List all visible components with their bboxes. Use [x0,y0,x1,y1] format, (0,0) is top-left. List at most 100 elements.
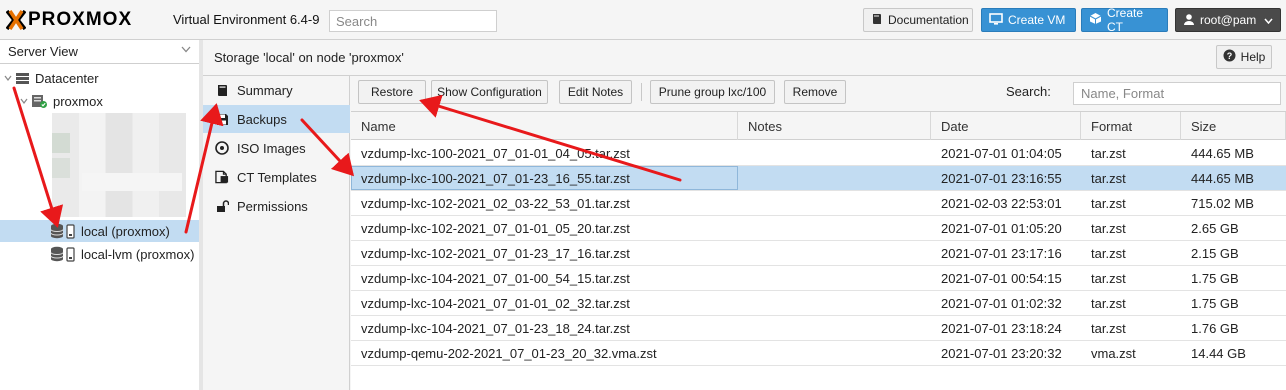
table-row[interactable]: vzdump-lxc-104-2021_07_01-00_54_15.tar.z… [351,266,1286,291]
submenu-item-ct-templates[interactable]: CT Templates [203,163,350,191]
table-row[interactable]: vzdump-qemu-202-2021_07_01-23_20_32.vma.… [351,341,1286,366]
help-button[interactable]: ? Help [1216,45,1272,69]
submenu-label: Permissions [237,198,308,214]
submenu-item-iso-images[interactable]: ISO Images [203,134,350,162]
collapse-toggle-icon[interactable] [4,74,12,82]
cell-name: vzdump-lxc-102-2021_07_01-01_05_20.tar.z… [361,220,630,236]
cell-size: 1.76 GB [1191,320,1239,336]
cell-name: vzdump-lxc-104-2021_07_01-01_02_32.tar.z… [361,295,630,311]
cell-name: vzdump-lxc-100-2021_07_01-23_16_55.tar.z… [351,166,738,190]
template-icon [215,170,229,184]
cell-format: tar.zst [1091,320,1126,336]
submenu-item-summary[interactable]: Summary [203,76,350,104]
table-row[interactable]: vzdump-lxc-102-2021_07_01-23_17_16.tar.z… [351,241,1286,266]
cell-size: 715.02 MB [1191,195,1254,211]
svg-text:?: ? [1226,51,1232,61]
tree-node-label: proxmox [53,93,103,109]
cell-format: tar.zst [1091,145,1126,161]
cell-format: tar.zst [1091,270,1126,286]
cube-icon [1089,12,1102,28]
cell-date: 2021-07-01 01:04:05 [941,145,1062,161]
edit-notes-button[interactable]: Edit Notes [559,80,632,104]
user-menu-button[interactable]: root@pam [1175,8,1281,32]
backup-search-input[interactable] [1073,82,1281,105]
cell-format: tar.zst [1091,245,1126,261]
show-configuration-button[interactable]: Show Configuration [431,80,548,104]
create-vm-button[interactable]: Create VM [981,8,1076,32]
restore-button[interactable]: Restore [358,80,426,104]
tree-node-storage-local-lvm[interactable]: local-lvm (proxmox) [0,243,199,265]
cell-name: vzdump-qemu-202-2021_07_01-23_20_32.vma.… [361,345,657,361]
documentation-button[interactable]: Documentation [863,8,973,32]
question-circle-icon: ? [1223,49,1236,65]
create-ct-button[interactable]: Create CT [1081,6,1168,34]
cell-date: 2021-07-01 23:18:24 [941,320,1062,336]
tree-node-datacenter[interactable]: Datacenter [4,67,99,89]
table-row[interactable]: vzdump-lxc-100-2021_07_01-01_04_05.tar.z… [351,141,1286,166]
grid-rows: vzdump-lxc-100-2021_07_01-01_04_05.tar.z… [351,141,1286,366]
cell-size: 444.65 MB [1191,170,1254,186]
storage-icon [50,246,76,262]
cell-date: 2021-07-01 23:16:55 [941,170,1062,186]
resource-tree-panel: Server View Datacenter proxmox local (pr… [0,40,203,390]
cell-format: vma.zst [1091,345,1136,361]
tree-node-proxmox[interactable]: proxmox [20,90,103,112]
view-selector[interactable]: Server View [0,40,199,64]
cell-name: vzdump-lxc-102-2021_07_01-23_17_16.tar.z… [361,245,630,261]
cell-notes [738,241,931,265]
disc-icon [215,141,229,155]
submenu-label: Summary [237,82,293,98]
submenu-item-permissions[interactable]: Permissions [203,192,350,220]
prune-group-button[interactable]: Prune group lxc/100 [650,80,775,104]
top-bar: PROXMOX Virtual Environment 6.4-9 Docume… [0,0,1286,40]
create-ct-label: Create CT [1107,6,1144,34]
user-label: root@pam [1200,13,1257,27]
table-row-selected[interactable]: vzdump-lxc-100-2021_07_01-23_16_55.tar.z… [351,166,1286,191]
column-header-size[interactable]: Size [1181,112,1286,140]
storage-submenu: Summary Backups ISO Images CT Templates … [203,76,350,390]
documentation-label: Documentation [888,13,969,27]
cell-notes [738,166,931,190]
cell-date: 2021-02-03 22:53:01 [941,195,1062,211]
view-selector-label: Server View [8,44,78,59]
column-header-date[interactable]: Date [931,112,1081,140]
floppy-icon [215,113,229,126]
search-label: Search: [1006,84,1051,99]
table-row[interactable]: vzdump-lxc-104-2021_07_01-01_02_32.tar.z… [351,291,1286,316]
collapse-toggle-icon[interactable] [20,97,28,105]
global-search-input[interactable] [329,10,497,32]
proxmox-logo[interactable]: PROXMOX [5,8,132,32]
cell-notes [738,341,931,365]
create-vm-label: Create VM [1008,13,1066,27]
column-header-name[interactable]: Name [351,112,738,140]
submenu-label: ISO Images [237,140,306,156]
proxmox-x-icon [5,9,27,31]
cell-name: vzdump-lxc-100-2021_07_01-01_04_05.tar.z… [361,145,630,161]
server-rack-icon [15,72,30,85]
backup-grid: Name Notes Date Format Size vzdump-lxc-1… [351,112,1286,390]
toolbar-separator [641,83,642,101]
help-label: Help [1240,50,1266,64]
tree-node-label: Datacenter [35,70,99,86]
cell-name: vzdump-lxc-104-2021_07_01-00_54_15.tar.z… [361,270,630,286]
cell-notes [738,216,931,240]
redacted-guests [52,113,186,217]
cell-size: 14.44 GB [1191,345,1246,361]
table-row[interactable]: vzdump-lxc-102-2021_02_03-22_53_01.tar.z… [351,191,1286,216]
remove-button[interactable]: Remove [784,80,846,104]
table-row[interactable]: vzdump-lxc-102-2021_07_01-01_05_20.tar.z… [351,216,1286,241]
user-icon [1183,13,1195,28]
tree-node-storage-local[interactable]: local (proxmox) [0,220,199,242]
column-header-notes[interactable]: Notes [738,112,931,140]
cell-notes [738,291,931,315]
content-header: Storage 'local' on node 'proxmox' ? Help [203,40,1286,76]
column-header-format[interactable]: Format [1081,112,1181,140]
cell-format: tar.zst [1091,220,1126,236]
submenu-label: CT Templates [237,169,317,185]
backup-toolbar: Restore Show Configuration Edit Notes Pr… [351,76,1286,112]
cell-format: tar.zst [1091,195,1126,211]
cell-size: 1.75 GB [1191,295,1239,311]
table-row[interactable]: vzdump-lxc-104-2021_07_01-23_18_24.tar.z… [351,316,1286,341]
submenu-item-backups[interactable]: Backups [203,105,350,133]
book-icon [215,84,229,97]
